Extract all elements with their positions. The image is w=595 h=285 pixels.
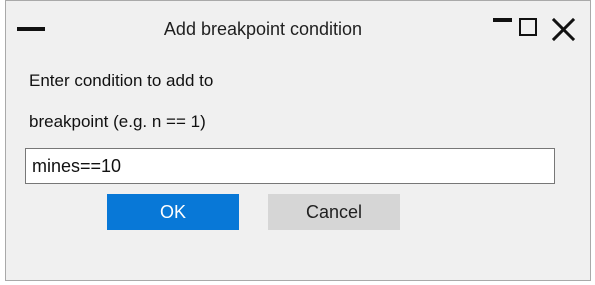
window-menu-icon[interactable] — [17, 9, 55, 45]
add-breakpoint-condition-dialog: Add breakpoint condition Enter condition… — [5, 0, 591, 281]
close-icon[interactable] — [548, 11, 580, 45]
ok-button[interactable]: OK — [107, 194, 239, 230]
condition-instruction-line-2: breakpoint (e.g. n == 1) — [29, 112, 206, 131]
breakpoint-condition-input[interactable] — [25, 148, 555, 184]
window-controls — [488, 11, 580, 45]
titlebar: Add breakpoint condition — [6, 1, 590, 53]
cancel-button[interactable]: Cancel — [268, 194, 400, 230]
window-title: Add breakpoint condition — [163, 19, 363, 39]
dialog-content: Enter condition to add to breakpoint (e.… — [6, 53, 590, 282]
minimize-icon[interactable] — [488, 11, 518, 45]
maximize-icon[interactable] — [519, 11, 549, 45]
condition-instruction-line-1: Enter condition to add to — [29, 71, 214, 90]
